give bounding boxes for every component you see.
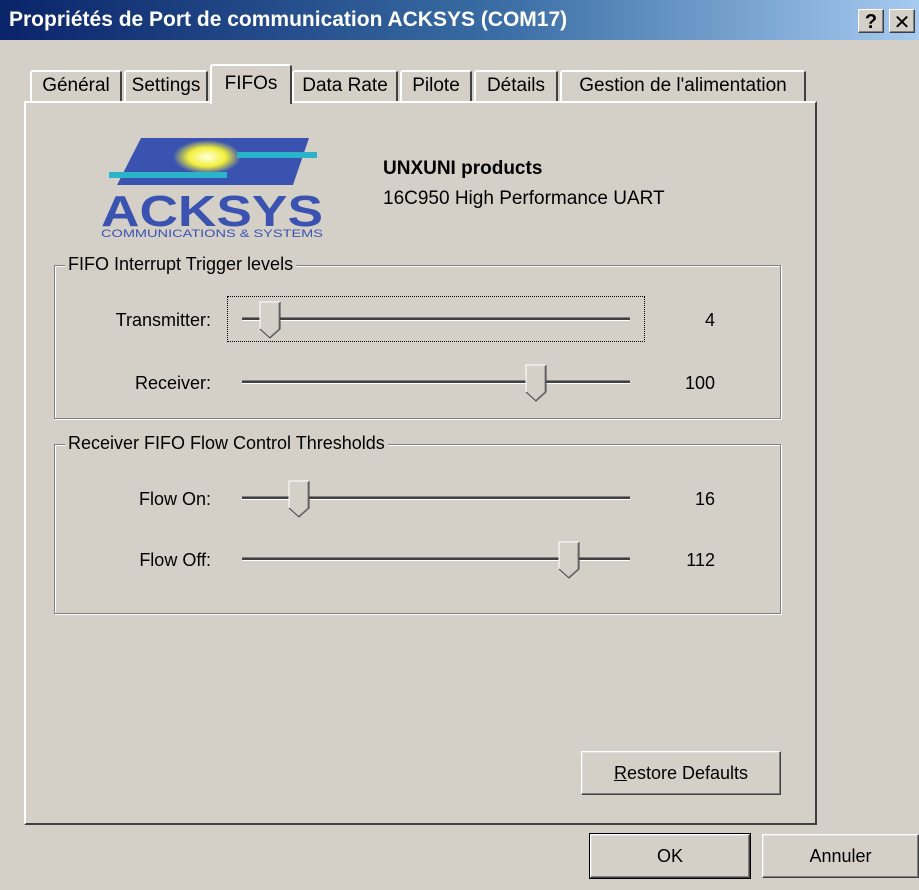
- receiver-value: 100: [684, 373, 715, 393]
- close-button[interactable]: ✕: [889, 9, 915, 34]
- tab-pilote[interactable]: Pilote: [400, 70, 472, 101]
- slider-thumb[interactable]: [259, 301, 281, 339]
- flow-on-label: Flow On:: [138, 489, 211, 509]
- tab-label: Général: [42, 75, 110, 96]
- slider-thumb[interactable]: [525, 364, 547, 402]
- receiver-slider[interactable]: [240, 360, 632, 404]
- restore-mnemonic: R: [613, 763, 627, 783]
- transmitter-value: 4: [704, 310, 715, 330]
- transmitter-label: Transmitter:: [115, 310, 211, 330]
- acksys-logo: ACKSYS COMMUNICATIONS & SYSTEMS: [101, 138, 323, 239]
- product-subtitle: 16C950 High Performance UART: [383, 188, 665, 209]
- tab-label: FIFOs: [224, 73, 278, 94]
- slider-thumb[interactable]: [288, 480, 310, 518]
- restore-defaults-button[interactable]: Restore Defaults: [581, 751, 781, 795]
- title-bar[interactable]: Propriétés de Port de communication ACKS…: [0, 0, 919, 40]
- tab-label: Détails: [486, 75, 546, 96]
- flow-control-groupbox: Receiver FIFO Flow Control Thresholds: [54, 433, 781, 614]
- tab-label: Pilote: [412, 75, 460, 96]
- tab-label: Settings: [131, 75, 201, 96]
- flow-off-label: Flow Off:: [139, 550, 211, 570]
- tab-label: Data Rate: [302, 75, 388, 96]
- fifo-trigger-group-label: FIFO Interrupt Trigger levels: [65, 254, 297, 275]
- slider-thumb[interactable]: [558, 541, 580, 579]
- flow-off-slider[interactable]: [240, 537, 632, 581]
- tab-settings[interactable]: Settings: [124, 70, 208, 101]
- window-title: Propriétés de Port de communication ACKS…: [9, 8, 568, 31]
- tab-power-management[interactable]: Gestion de l'alimentation: [560, 70, 806, 101]
- help-button[interactable]: ?: [858, 9, 884, 33]
- flow-on-value: 16: [694, 489, 715, 509]
- flow-control-group-label: Receiver FIFO Flow Control Thresholds: [65, 433, 388, 454]
- slider-track: [242, 317, 630, 321]
- receiver-label: Receiver:: [134, 373, 211, 393]
- flow-off-value: 112: [686, 550, 715, 570]
- help-icon: ?: [864, 11, 878, 33]
- slider-track: [242, 380, 630, 384]
- logo-tagline: COMMUNICATIONS & SYSTEMS: [101, 228, 323, 239]
- transmitter-slider[interactable]: [240, 297, 632, 341]
- product-title: UNXUNI products: [383, 158, 543, 179]
- tab-fifos[interactable]: FIFOs: [210, 64, 292, 104]
- cancel-button[interactable]: Annuler: [762, 834, 919, 878]
- close-icon: ✕: [893, 10, 911, 34]
- tab-label: Gestion de l'alimentation: [579, 75, 787, 96]
- flow-on-slider[interactable]: [240, 476, 632, 520]
- ok-button[interactable]: OK: [589, 833, 751, 879]
- tab-general[interactable]: Général: [30, 70, 122, 101]
- restore-label: estore Defaults: [626, 763, 749, 783]
- tab-details[interactable]: Détails: [474, 70, 558, 101]
- tab-data-rate[interactable]: Data Rate: [292, 70, 398, 101]
